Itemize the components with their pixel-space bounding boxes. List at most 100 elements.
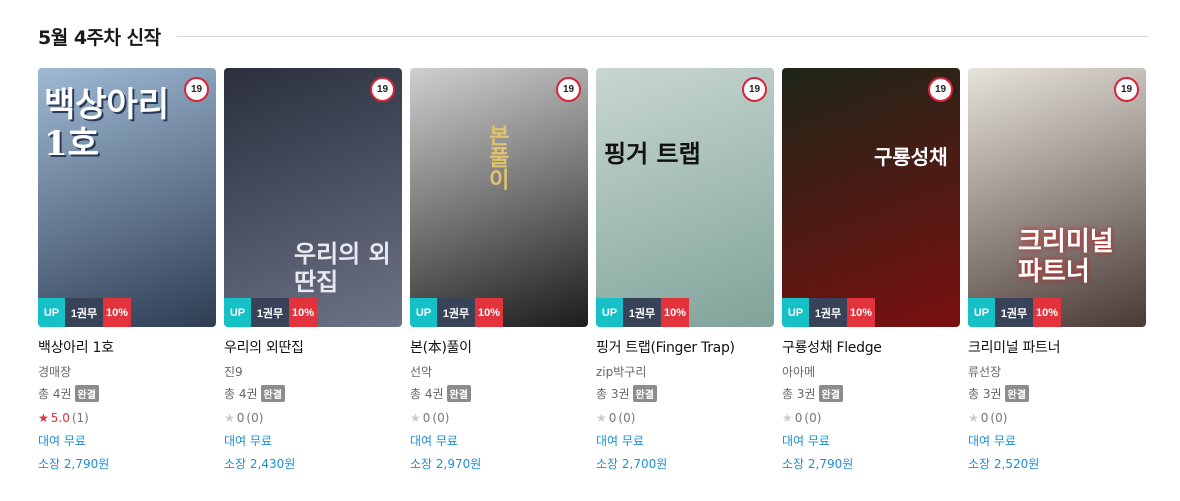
rating: ★ 0 (0) [596,411,774,425]
rating-score: 0 [236,411,245,425]
volume-info: 총 4권 완결 [224,385,402,402]
rating-score: 0 [794,411,803,425]
book-author[interactable]: zip박구리 [596,363,774,380]
book-author[interactable]: 경매장 [38,363,216,380]
up-badge: UP [38,298,65,327]
book-cover[interactable]: 핑거 트랩 19 UP 1권무 10% [596,68,774,327]
book-cover[interactable]: 본풀이 19 UP 1권무 10% [410,68,588,327]
book-title[interactable]: 크리미널 파트너 [968,337,1146,357]
free-volume-badge: 1권무 [437,298,475,327]
discount-badge: 10% [103,298,131,327]
discount-badge: 10% [289,298,317,327]
book-card-3[interactable]: 본풀이 19 UP 1권무 10% 본(本)풀이 선악 총 4권 완결 ★ 0 … [410,68,588,472]
volume-count: 총 3권 [782,387,816,401]
purchase-price: 소장 2,790원 [38,457,110,471]
volume-info: 총 4권 완결 [410,385,588,402]
complete-badge: 완결 [1004,385,1029,402]
rating: ★ 0 (0) [782,411,960,425]
rent-price: 대여 무료 [224,434,272,448]
book-cover[interactable]: 크리미널 파트너 19 UP 1권무 10% [968,68,1146,327]
purchase-price: 소장 2,970원 [410,457,482,471]
rating-count: (0) [990,411,1008,425]
star-icon: ★ [782,411,793,425]
volume-count: 총 3권 [596,387,630,401]
book-card-6[interactable]: 크리미널 파트너 19 UP 1권무 10% 크리미널 파트너 류선장 총 3권… [968,68,1146,472]
volume-count: 총 3권 [968,387,1002,401]
book-title[interactable]: 핑거 트랩(Finger Trap) [596,337,774,357]
book-card-2[interactable]: 우리의 외딴집 19 UP 1권무 10% 우리의 외딴집 진9 총 4권 완결… [224,68,402,472]
section-header: 5월 4주차 신작 [38,22,1148,50]
promo-badges: UP 1권무 10% [782,298,875,327]
promo-badges: UP 1권무 10% [968,298,1061,327]
complete-badge: 완결 [446,385,471,402]
age-rating-badge: 19 [1114,77,1139,102]
promo-badges: UP 1권무 10% [224,298,317,327]
volume-info: 총 3권 완결 [968,385,1146,402]
cover-title-text: 구룡성채 [874,145,948,169]
rating: ★ 5.0 (1) [38,411,216,425]
cover-title-text: 핑거 트랩 [604,139,701,168]
book-title[interactable]: 본(本)풀이 [410,337,588,357]
book-cover[interactable]: 우리의 외딴집 19 UP 1권무 10% [224,68,402,327]
book-list: 백상아리 1호 19 UP 1권무 10% 백상아리 1호 경매장 총 4권 완… [38,68,1146,472]
rating-count: (0) [246,411,264,425]
up-badge: UP [410,298,437,327]
free-volume-badge: 1권무 [623,298,661,327]
complete-badge: 완결 [632,385,657,402]
volume-info: 총 3권 완결 [596,385,774,402]
rating-count: (0) [618,411,636,425]
rating-count: (0) [804,411,822,425]
rent-price: 대여 무료 [410,434,458,448]
section-title: 5월 4주차 신작 [38,26,161,49]
rating: ★ 0 (0) [410,411,588,425]
age-rating-badge: 19 [928,77,953,102]
rent-price: 대여 무료 [596,434,644,448]
book-cover[interactable]: 백상아리 1호 19 UP 1권무 10% [38,68,216,327]
star-icon: ★ [596,411,607,425]
book-card-1[interactable]: 백상아리 1호 19 UP 1권무 10% 백상아리 1호 경매장 총 4권 완… [38,68,216,472]
age-rating-badge: 19 [370,77,395,102]
rating: ★ 0 (0) [224,411,402,425]
volume-info: 총 3권 완결 [782,385,960,402]
volume-count: 총 4권 [224,387,258,401]
discount-badge: 10% [475,298,503,327]
cover-title-text: 백상아리 1호 [44,85,170,165]
header-divider [176,35,1148,37]
book-author[interactable]: 진9 [224,363,402,380]
book-author[interactable]: 아아메 [782,363,960,380]
up-badge: UP [224,298,251,327]
promo-badges: UP 1권무 10% [410,298,503,327]
age-rating-badge: 19 [184,77,209,102]
discount-badge: 10% [1033,298,1061,327]
book-title[interactable]: 구룡성채 Fledge [782,337,960,357]
cover-title-text: 본풀이 [484,124,511,190]
purchase-price: 소장 2,520원 [968,457,1040,471]
volume-info: 총 4권 완결 [38,385,216,402]
star-icon: ★ [968,411,979,425]
discount-badge: 10% [847,298,875,327]
book-title[interactable]: 우리의 외딴집 [224,337,402,357]
book-card-5[interactable]: 구룡성채 19 UP 1권무 10% 구룡성채 Fledge 아아메 총 3권 … [782,68,960,472]
book-title[interactable]: 백상아리 1호 [38,337,216,357]
book-cover[interactable]: 구룡성채 19 UP 1권무 10% [782,68,960,327]
complete-badge: 완결 [260,385,285,402]
star-icon: ★ [410,411,421,425]
cover-image: 본풀이 [410,68,588,327]
free-volume-badge: 1권무 [995,298,1033,327]
discount-badge: 10% [661,298,689,327]
book-author[interactable]: 선악 [410,363,588,380]
promo-badges: UP 1권무 10% [38,298,131,327]
cover-image: 백상아리 1호 [38,68,216,327]
book-card-4[interactable]: 핑거 트랩 19 UP 1권무 10% 핑거 트랩(Finger Trap) z… [596,68,774,472]
cover-image: 우리의 외딴집 [224,68,402,327]
cover-image: 구룡성채 [782,68,960,327]
purchase-price: 소장 2,430원 [224,457,296,471]
age-rating-badge: 19 [556,77,581,102]
volume-count: 총 4권 [410,387,444,401]
promo-badges: UP 1권무 10% [596,298,689,327]
complete-badge: 완결 [74,385,99,402]
free-volume-badge: 1권무 [65,298,103,327]
cover-title-text: 우리의 외딴집 [294,239,391,296]
volume-count: 총 4권 [38,387,72,401]
book-author[interactable]: 류선장 [968,363,1146,380]
